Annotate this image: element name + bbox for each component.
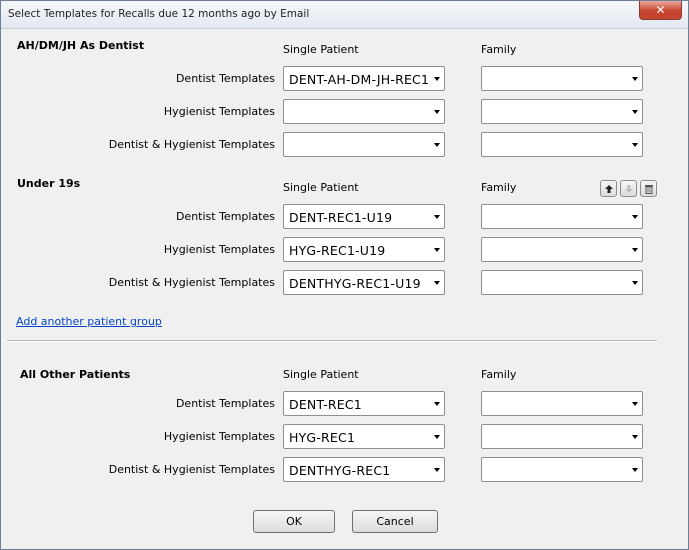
dialog-window: Select Templates for Recalls due 12 mont…	[0, 0, 689, 550]
chevron-down-icon	[434, 281, 440, 285]
chevron-down-icon	[632, 248, 638, 252]
chevron-down-icon	[632, 77, 638, 81]
both-family-select[interactable]	[481, 270, 643, 295]
group-title: AH/DM/JH As Dentist	[17, 39, 145, 52]
selected-value: HYG-REC1	[289, 430, 356, 445]
hygienist-templates-label: Hygienist Templates	[163, 243, 275, 256]
family-header: Family	[481, 368, 517, 381]
dentist-templates-label: Dentist Templates	[175, 210, 275, 223]
trash-icon	[645, 185, 653, 194]
chevron-down-icon	[434, 143, 440, 147]
chevron-down-icon	[632, 402, 638, 406]
section-divider	[7, 340, 657, 342]
arrow-up-icon	[605, 185, 613, 193]
close-button[interactable]: ✕	[639, 1, 682, 20]
close-icon: ✕	[655, 3, 666, 17]
dentist-single-select[interactable]: DENT-AH-DM-JH-REC1	[283, 66, 445, 91]
chevron-down-icon	[434, 435, 440, 439]
dentist-single-select[interactable]: DENT-REC1	[283, 391, 445, 416]
cancel-button[interactable]: Cancel	[352, 510, 438, 533]
single-patient-header: Single Patient	[283, 368, 359, 381]
window-title: Select Templates for Recalls due 12 mont…	[8, 8, 310, 20]
title-bar: Select Templates for Recalls due 12 mont…	[1, 1, 688, 29]
both-single-select[interactable]: DENTHYG-REC1-U19	[283, 270, 445, 295]
chevron-down-icon	[434, 468, 440, 472]
selected-value: DENT-REC1-U19	[289, 210, 393, 225]
selected-value: DENTHYG-REC1-U19	[289, 276, 421, 291]
both-family-select[interactable]	[481, 132, 643, 157]
single-patient-header: Single Patient	[283, 181, 359, 194]
dentist-templates-label: Dentist Templates	[175, 397, 275, 410]
chevron-down-icon	[434, 402, 440, 406]
both-family-select[interactable]	[481, 457, 643, 482]
dialog-body: AH/DM/JH As Dentist Single Patient Famil…	[7, 30, 682, 544]
selected-value: DENTHYG-REC1	[289, 463, 391, 478]
chevron-down-icon	[632, 468, 638, 472]
dentist-single-select[interactable]: DENT-REC1-U19	[283, 204, 445, 229]
add-patient-group-link[interactable]: Add another patient group	[16, 315, 162, 328]
both-single-select[interactable]	[283, 132, 445, 157]
both-single-select[interactable]: DENTHYG-REC1	[283, 457, 445, 482]
move-down-button[interactable]	[620, 180, 637, 197]
hygienist-templates-label: Hygienist Templates	[163, 430, 275, 443]
dentist-family-select[interactable]	[481, 66, 643, 91]
chevron-down-icon	[632, 435, 638, 439]
hygienist-single-select[interactable]: HYG-REC1	[283, 424, 445, 449]
family-header: Family	[481, 181, 517, 194]
selected-value: DENT-REC1	[289, 397, 362, 412]
dentist-family-select[interactable]	[481, 391, 643, 416]
hygienist-single-select[interactable]: HYG-REC1-U19	[283, 237, 445, 262]
group-title: Under 19s	[17, 177, 81, 190]
chevron-down-icon	[434, 77, 440, 81]
single-patient-header: Single Patient	[283, 43, 359, 56]
group-title: All Other Patients	[20, 368, 131, 381]
hygienist-single-select[interactable]	[283, 99, 445, 124]
hygienist-family-select[interactable]	[481, 99, 643, 124]
chevron-down-icon	[632, 281, 638, 285]
chevron-down-icon	[434, 248, 440, 252]
chevron-down-icon	[434, 110, 440, 114]
delete-group-button[interactable]	[640, 180, 657, 197]
chevron-down-icon	[632, 215, 638, 219]
selected-value: DENT-AH-DM-JH-REC1	[289, 72, 430, 87]
hygienist-templates-label: Hygienist Templates	[163, 105, 275, 118]
chevron-down-icon	[632, 143, 638, 147]
dentist-templates-label: Dentist Templates	[175, 72, 275, 85]
dentist-hygienist-templates-label: Dentist & Hygienist Templates	[108, 138, 275, 151]
dentist-hygienist-templates-label: Dentist & Hygienist Templates	[108, 276, 275, 289]
hygienist-family-select[interactable]	[481, 424, 643, 449]
hygienist-family-select[interactable]	[481, 237, 643, 262]
arrow-down-icon	[625, 185, 633, 193]
family-header: Family	[481, 43, 517, 56]
dentist-family-select[interactable]	[481, 204, 643, 229]
dentist-hygienist-templates-label: Dentist & Hygienist Templates	[108, 463, 275, 476]
selected-value: HYG-REC1-U19	[289, 243, 386, 258]
chevron-down-icon	[632, 110, 638, 114]
chevron-down-icon	[434, 215, 440, 219]
ok-button[interactable]: OK	[253, 510, 335, 533]
move-up-button[interactable]	[600, 180, 617, 197]
